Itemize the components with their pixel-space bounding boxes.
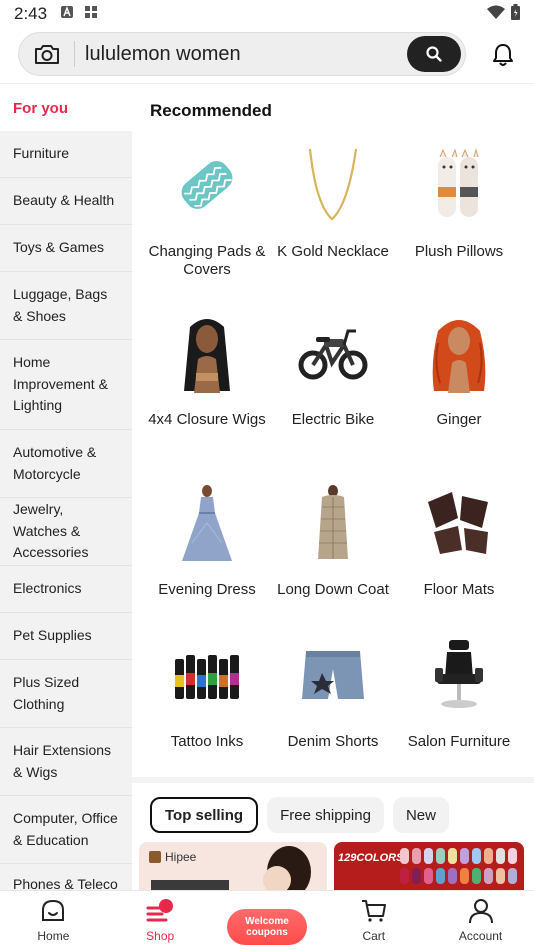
filter-chips: Top selling Free shipping New [150,797,449,833]
nav-cart[interactable]: Cart [320,891,427,950]
salon-chair-icon [396,625,522,725]
sidebar-item-furniture[interactable]: Furniture [0,131,132,178]
category-tile[interactable]: Evening Dress [144,473,270,599]
sidebar-item-luggage-bags-shoes[interactable]: Luggage, Bags & Shoes [0,272,132,340]
category-tile[interactable]: Long Down Coat [270,473,396,599]
category-label: Salon Furniture [407,733,511,750]
category-tile[interactable]: 4x4 Closure Wigs [144,303,270,429]
category-label: Evening Dress [158,581,256,598]
product-banners: Hipee 129COLORS [139,842,534,890]
sidebar-item-hair-extensions[interactable]: Hair Extensions & Wigs [0,728,132,796]
changing-pad-icon [144,135,270,235]
sidebar-item-electronics[interactable]: Electronics [0,566,132,613]
category-label: Electric Bike [291,411,375,428]
camera-search-icon[interactable] [19,41,75,67]
category-label: K Gold Necklace [277,243,389,260]
search-row: lululemon women [0,28,534,84]
model-photo-icon [151,846,311,890]
welcome-coupons-button[interactable]: Welcome coupons [226,909,307,945]
home-icon [39,897,67,925]
sidebar-item-computer-office[interactable]: Computer, Office & Education [0,796,132,864]
sidebar-item-home-improvement[interactable]: Home Improvement & Lighting [0,340,132,430]
recommended-panel: Recommended Changing Pads & Covers K Gol… [132,85,534,890]
status-time: 2:43 [14,4,48,23]
category-label: Changing Pads & Covers [148,243,266,278]
necklace-icon [270,135,396,235]
floor-mats-icon [396,473,522,573]
category-tile[interactable]: Ginger [396,303,522,429]
ginger-wig-icon [396,303,522,403]
category-label: Tattoo Inks [170,733,244,750]
category-tile[interactable]: K Gold Necklace [270,135,396,261]
grid-app-icon [85,5,98,23]
account-icon [467,897,495,925]
sidebar-item-toys-games[interactable]: Toys & Games [0,225,132,272]
nail-polish-swatches-icon [400,848,517,884]
category-label: Denim Shorts [287,733,379,750]
category-tile[interactable]: Denim Shorts [270,625,396,751]
nav-account-label: Account [458,929,503,943]
category-tile[interactable]: Changing Pads & Covers [144,135,270,279]
category-label: Plush Pillows [414,243,504,260]
bottom-navigation: Home Shop Welcome coupons Cart Account [0,890,534,950]
sidebar-item-pet-supplies[interactable]: Pet Supplies [0,613,132,660]
nav-welcome-coupons[interactable]: Welcome coupons [214,891,321,950]
cart-icon [360,897,388,925]
recommended-title: Recommended [150,101,272,120]
search-bar[interactable]: lululemon women [18,32,466,76]
sidebar-item-jewelry-watches[interactable]: Jewelry, Watches & Accessories [0,498,132,566]
filter-top-selling[interactable]: Top selling [150,797,259,833]
electric-bike-icon [270,303,396,403]
filter-new[interactable]: New [392,797,449,833]
sidebar-item-for-you[interactable]: For you [0,85,132,131]
product-card-nail-polish[interactable]: 129COLORS [334,842,524,890]
status-bar: 2:43 [0,0,534,28]
search-button[interactable] [407,36,461,72]
section-divider [132,777,534,783]
sidebar-item-plus-sized[interactable]: Plus Sized Clothing [0,660,132,728]
battery-icon [511,3,520,25]
notification-a-icon [61,5,74,23]
notifications-bell-icon[interactable] [488,40,518,70]
tattoo-inks-icon [144,625,270,725]
sidebar-item-phones[interactable]: Phones & Teleco [0,864,132,890]
category-label: Ginger [436,411,482,428]
nav-cart-label: Cart [362,929,386,943]
search-icon [426,46,442,62]
coat-icon [270,473,396,573]
category-label: 4x4 Closure Wigs [148,411,266,428]
evening-dress-icon [144,473,270,573]
sidebar-item-beauty-health[interactable]: Beauty & Health [0,178,132,225]
denim-shorts-icon [270,625,396,725]
category-tile[interactable]: Floor Mats [396,473,522,599]
nav-home-label: Home [37,929,70,943]
nav-home[interactable]: Home [0,891,107,950]
wifi-icon [487,5,505,24]
product-card-hipee[interactable]: Hipee [139,842,327,890]
plush-pillow-icon [396,135,522,235]
sidebar-item-automotive[interactable]: Automotive & Motorcycle [0,430,132,498]
category-tile[interactable]: Plush Pillows [396,135,522,261]
filter-free-shipping[interactable]: Free shipping [267,797,384,833]
nav-account[interactable]: Account [427,891,534,950]
category-tile[interactable]: Electric Bike [270,303,396,429]
category-label: Long Down Coat [277,581,389,598]
shop-icon [146,897,174,925]
category-tile[interactable]: Salon Furniture [396,625,522,751]
category-label: Floor Mats [423,581,495,598]
nav-shop[interactable]: Shop [107,891,214,950]
category-sidebar: For you Furniture Beauty & Health Toys &… [0,85,132,890]
search-input[interactable]: lululemon women [75,43,407,66]
category-tile[interactable]: Tattoo Inks [144,625,270,751]
nav-shop-label: Shop [146,929,175,943]
wig-icon [144,303,270,403]
